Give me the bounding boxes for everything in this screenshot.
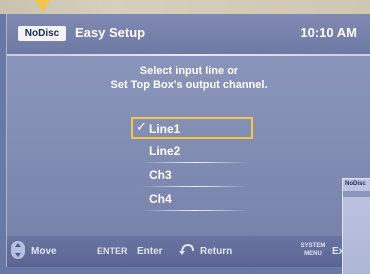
instruction-text: Select input line or Set Top Box's outpu… (7, 64, 370, 92)
mini-header-band (343, 191, 370, 197)
move-label: Move (31, 246, 57, 257)
mini-disc-status: NoDisc (345, 181, 366, 187)
return-icon (179, 243, 194, 255)
option-divider (141, 162, 249, 163)
header-bar: NoDisc Easy Setup 10:10 AM (7, 14, 370, 54)
easy-setup-panel: NoDisc Easy Setup 10:10 AM Select input … (6, 14, 370, 267)
secondary-window: NoDisc (342, 178, 370, 274)
top-strip (0, 0, 370, 14)
option-divider (141, 210, 249, 211)
return-label: Return (200, 246, 233, 257)
instruction-line-1: Select input line or (139, 65, 239, 77)
option-divider (141, 186, 249, 187)
system-menu-line2: MENU (304, 251, 322, 257)
enter-key-label: ENTER (97, 246, 128, 256)
option-label: Ch4 (149, 192, 172, 206)
check-icon: ✓ (136, 120, 147, 135)
system-menu-key: SYSTEM MENU (298, 242, 328, 262)
disc-status-badge: NoDisc (18, 26, 66, 41)
option-line2[interactable]: Line2 (133, 141, 251, 163)
option-label: Line1 (149, 122, 181, 136)
enter-label: Enter (137, 246, 163, 257)
move-icon (11, 241, 25, 259)
option-label: Ch3 (149, 168, 172, 182)
option-ch4[interactable]: Ch4 (133, 189, 251, 211)
option-label: Line2 (149, 144, 181, 158)
page-title: Easy Setup (75, 25, 146, 40)
instruction-line-2: Set Top Box's output channel. (110, 79, 268, 91)
option-ch3[interactable]: Ch3 (133, 165, 251, 187)
header-divider (7, 54, 370, 56)
option-line1[interactable]: ✓ Line1 (131, 117, 253, 139)
clock: 10:10 AM (300, 25, 357, 40)
tag-marker-icon (30, 0, 54, 12)
system-menu-line1: SYSTEM (300, 243, 326, 249)
footer-help-bar: Move ENTER Enter Return SYSTEM MENU Ex (7, 236, 370, 267)
